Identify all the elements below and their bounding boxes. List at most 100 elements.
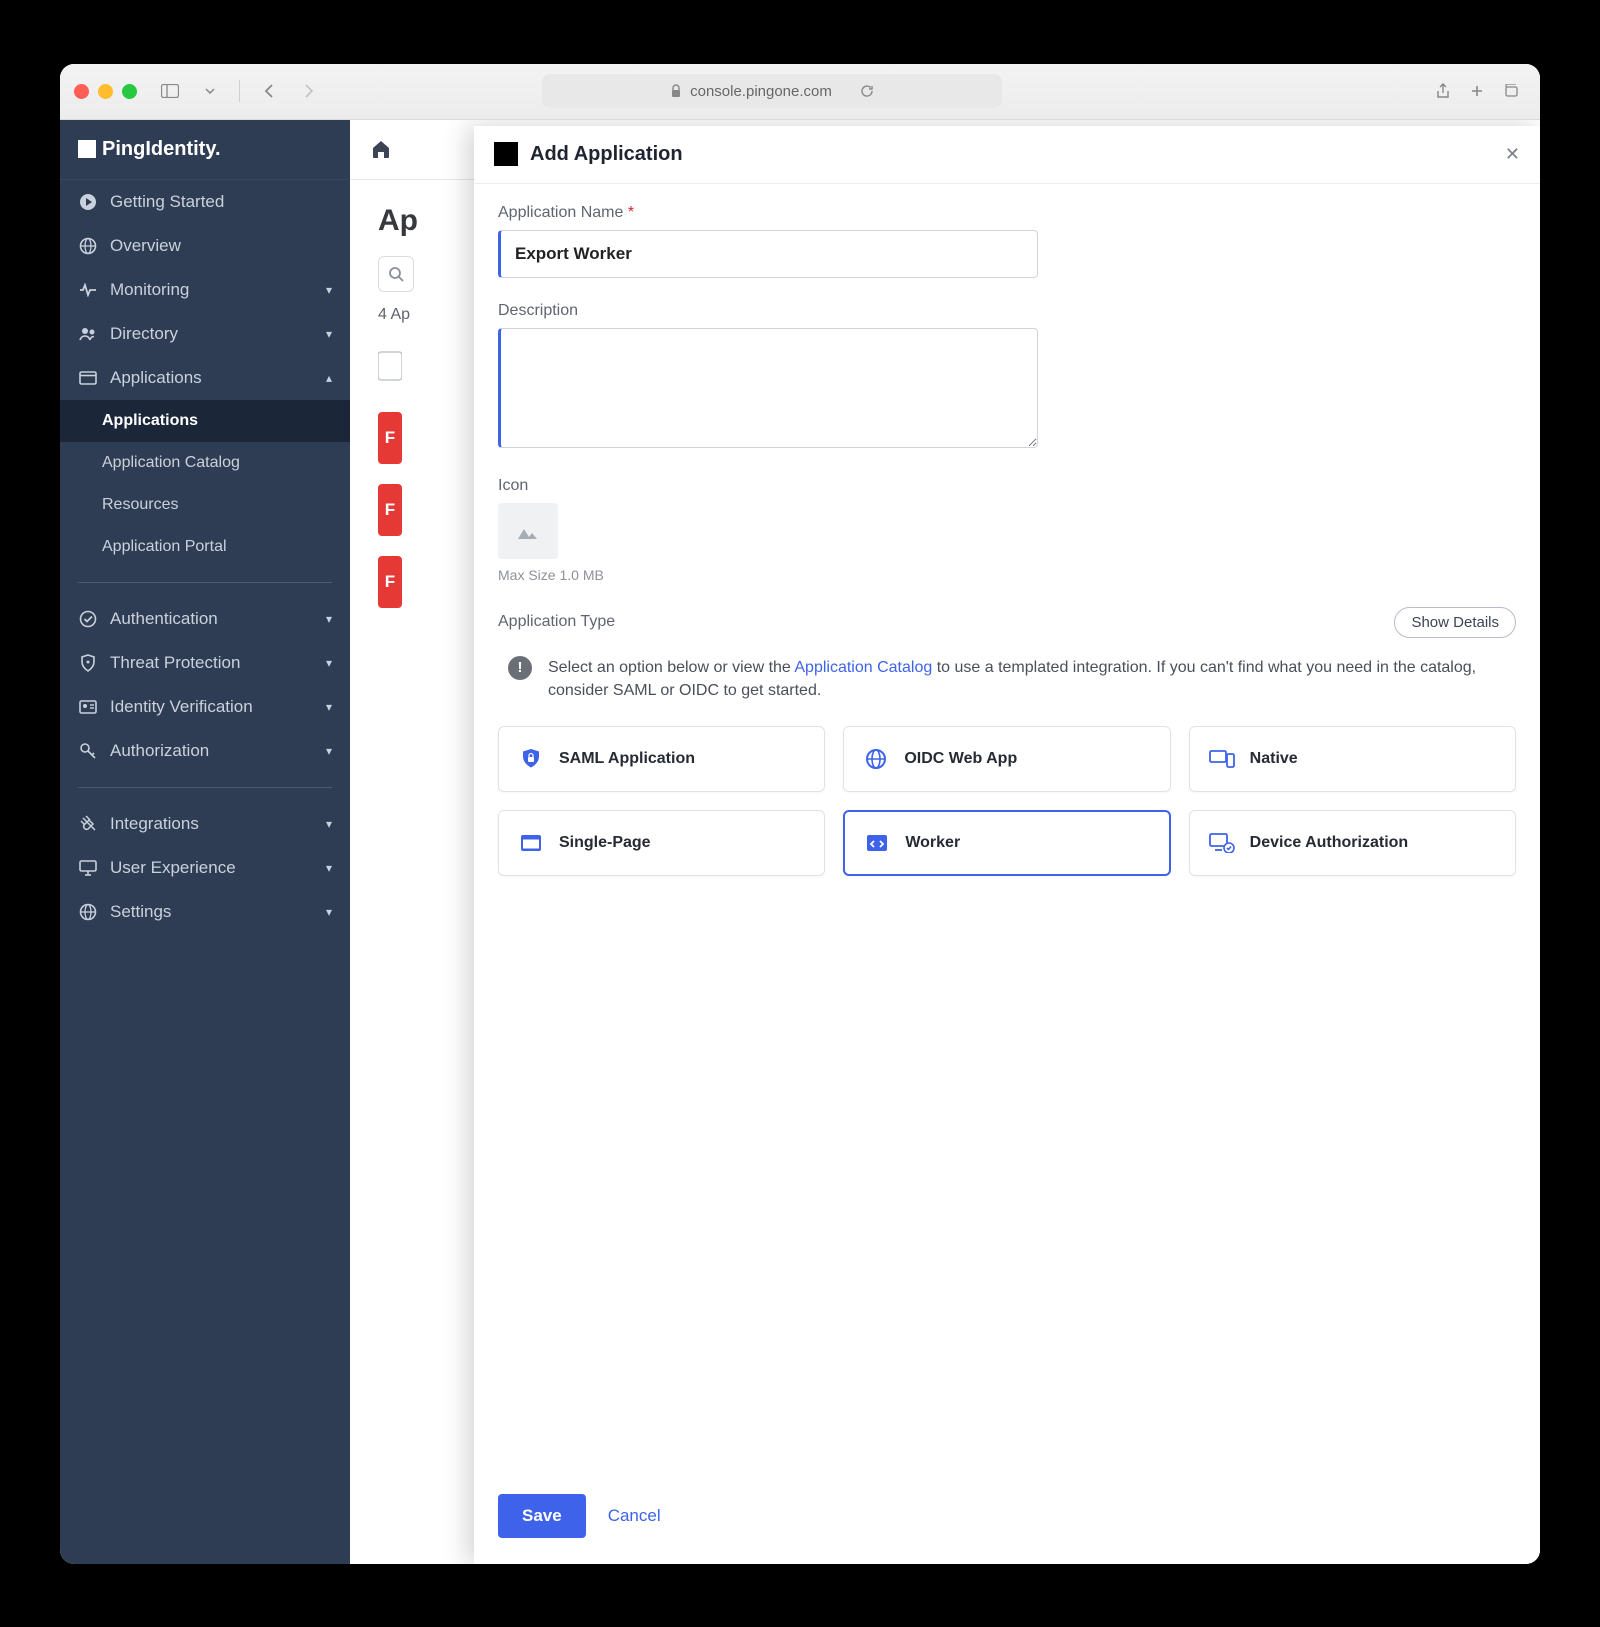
description-input[interactable]: [498, 328, 1038, 448]
app-type-device-authorization[interactable]: Device Authorization: [1189, 810, 1516, 876]
app-type-native[interactable]: Native: [1189, 726, 1516, 792]
sidebar-item-resources[interactable]: Resources: [60, 484, 350, 526]
home-icon[interactable]: [370, 139, 392, 159]
app-type-worker[interactable]: Worker: [843, 810, 1170, 876]
app-type-label: SAML Application: [559, 750, 695, 768]
key-icon: [78, 741, 98, 761]
window-traffic-lights: [74, 84, 137, 99]
sidebar-item-label: Threat Protection: [110, 653, 240, 673]
new-tab-icon[interactable]: [1462, 76, 1492, 106]
sidebar-item-overview[interactable]: Overview: [60, 224, 350, 268]
show-details-button[interactable]: Show Details: [1394, 607, 1516, 638]
sidebar-item-label: Application Catalog: [102, 454, 240, 472]
sidebar-item-authentication[interactable]: Authentication ▾: [60, 597, 350, 641]
app-type-label: OIDC Web App: [904, 750, 1017, 768]
chevron-down-icon: ▾: [326, 612, 332, 626]
chevron-down-icon: ▾: [326, 817, 332, 831]
sidebar-item-integrations[interactable]: Integrations▾: [60, 802, 350, 846]
info-icon: !: [508, 656, 532, 680]
sidebar-item-monitoring[interactable]: Monitoring ▾: [60, 268, 350, 312]
sidebar-item-label: User Experience: [110, 858, 236, 878]
chevron-down-icon: ▾: [326, 283, 332, 297]
shield-icon: [78, 653, 98, 673]
refresh-icon[interactable]: [860, 84, 874, 98]
list-item[interactable]: F: [378, 484, 402, 536]
chevron-down-icon: ▾: [326, 327, 332, 341]
search-icon[interactable]: [378, 256, 414, 292]
sidebar-item-applications[interactable]: Applications ▴: [60, 356, 350, 400]
tabs-icon[interactable]: [1496, 76, 1526, 106]
list-item[interactable]: F: [378, 556, 402, 608]
url-bar[interactable]: console.pingone.com: [542, 74, 1002, 108]
browser-titlebar: console.pingone.com: [60, 64, 1540, 120]
play-icon: [78, 192, 98, 212]
sidebar-item-label: Identity Verification: [110, 697, 253, 717]
sidebar-item-label: Settings: [110, 902, 171, 922]
app-name-input[interactable]: [498, 230, 1038, 278]
save-button[interactable]: Save: [498, 1494, 586, 1538]
add-application-panel: Add Application ✕ Application Name * Des…: [474, 126, 1540, 1564]
sidebar-item-label: Monitoring: [110, 280, 189, 300]
list-item[interactable]: F: [378, 412, 402, 464]
app-type-label: Application Type: [498, 613, 615, 631]
app-name-label: Application Name *: [498, 204, 1516, 222]
device-check-icon: [1208, 829, 1236, 857]
icon-upload[interactable]: [498, 503, 558, 559]
globe-icon: [78, 236, 98, 256]
sidebar-item-identity-verification[interactable]: Identity Verification ▾: [60, 685, 350, 729]
sidebar-item-application-portal[interactable]: Application Portal: [60, 526, 350, 568]
sidebar-toggle-icon[interactable]: [155, 76, 185, 106]
sidebar-item-label: Directory: [110, 324, 178, 344]
window-icon: [78, 368, 98, 388]
app-type-single-page[interactable]: Single-Page: [498, 810, 825, 876]
idcard-icon: [78, 697, 98, 717]
sidebar-item-label: Applications: [110, 368, 202, 388]
sidebar-item-authorization[interactable]: Authorization▾: [60, 729, 350, 773]
app-type-saml-application[interactable]: SAML Application: [498, 726, 825, 792]
sidebar-item-user-experience[interactable]: User Experience▾: [60, 846, 350, 890]
app-type-label: Single-Page: [559, 834, 651, 852]
devices-icon: [1208, 745, 1236, 773]
sidebar-item-label: Overview: [110, 236, 181, 256]
sidebar-item-label: Applications: [102, 412, 198, 430]
sidebar-item-label: Getting Started: [110, 192, 224, 212]
shield-lock-icon: [517, 745, 545, 773]
sidebar-item-application-catalog[interactable]: Application Catalog: [60, 442, 350, 484]
app-type-label: Worker: [905, 834, 960, 852]
chevron-down-icon: ▾: [326, 700, 332, 714]
chevron-down-icon: ▾: [326, 905, 332, 919]
app-type-label: Device Authorization: [1250, 834, 1409, 852]
app-icon: [494, 142, 518, 166]
sidebar-item-label: Authentication: [110, 609, 218, 629]
minimize-window[interactable]: [98, 84, 113, 99]
sidebar-item-settings[interactable]: Settings ▾: [60, 890, 350, 934]
sidebar-item-threat-protection[interactable]: Threat Protection▾: [60, 641, 350, 685]
back-icon[interactable]: [254, 76, 284, 106]
globe-icon: [862, 745, 890, 773]
sidebar-item-applications[interactable]: Applications: [60, 400, 350, 442]
sidebar-item-directory[interactable]: Directory ▾: [60, 312, 350, 356]
chevron-up-icon: ▴: [326, 371, 332, 385]
maximize-window[interactable]: [122, 84, 137, 99]
app-type-oidc-web-app[interactable]: OIDC Web App: [843, 726, 1170, 792]
chevron-down-icon[interactable]: [195, 76, 225, 106]
sidebar-item-label: Resources: [102, 496, 178, 514]
code-icon: [863, 829, 891, 857]
icon-hint: Max Size 1.0 MB: [498, 567, 1516, 583]
cancel-button[interactable]: Cancel: [608, 1506, 661, 1526]
share-icon[interactable]: [1428, 76, 1458, 106]
monitor-icon: [78, 858, 98, 878]
forward-icon[interactable]: [294, 76, 324, 106]
sidebar-item-label: Application Portal: [102, 538, 227, 556]
pulse-icon: [78, 280, 98, 300]
close-window[interactable]: [74, 84, 89, 99]
sidebar: PingIdentity. Getting Started Overview Mon…: [60, 120, 350, 1564]
brand-logo[interactable]: PingIdentity.: [60, 120, 350, 180]
sidebar-item-getting-started[interactable]: Getting Started: [60, 180, 350, 224]
app-type-label: Native: [1250, 750, 1298, 768]
chevron-down-icon: ▾: [326, 744, 332, 758]
check-icon: [78, 609, 98, 629]
panel-title: Add Application: [530, 143, 683, 166]
close-panel-icon[interactable]: ✕: [1505, 144, 1520, 165]
app-catalog-link[interactable]: Application Catalog: [794, 659, 932, 676]
